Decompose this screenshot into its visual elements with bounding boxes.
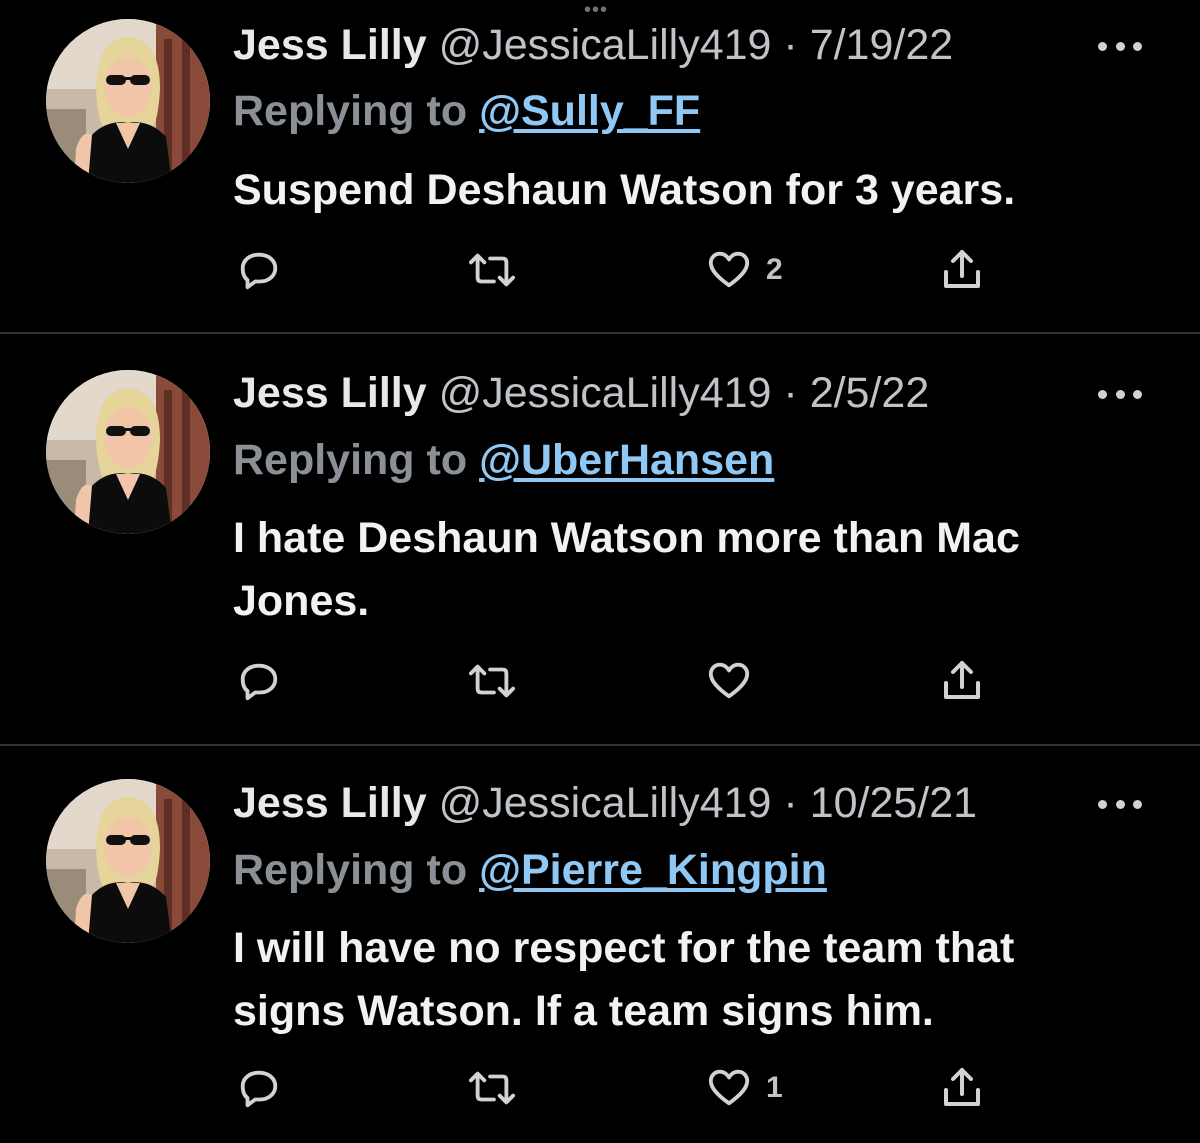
like-count: 2 [766,253,783,286]
heart-icon [706,247,752,293]
tweet-header: Jess Lilly @JessicaLilly419 · 7/19/22 [233,20,953,70]
like-count: 1 [766,1071,783,1104]
separator: · [783,21,798,69]
tweet-text: I hate Deshaun Watson more than Mac Jone… [233,514,1020,625]
like-button[interactable]: 2 [706,245,783,295]
display-name[interactable]: Jess Lilly [233,779,427,827]
more-horizontal-icon[interactable] [1098,384,1142,404]
avatar[interactable] [46,19,210,183]
tweet-date[interactable]: 2/5/22 [810,369,930,417]
reply-target-link[interactable]: @UberHansen [479,436,774,484]
share-icon [938,246,986,294]
share-button[interactable] [938,656,986,706]
retweet-button[interactable] [465,656,533,706]
tweet-header: Jess Lilly @JessicaLilly419 · 2/5/22 [233,368,929,418]
tweet-actions: 1 [0,1063,1200,1113]
retweet-button[interactable] [465,1063,533,1113]
retweet-icon [465,658,519,704]
share-button[interactable] [938,245,986,295]
replying-to: Replying to @Pierre_Kingpin [233,845,827,895]
reply-bubble-icon [236,658,282,704]
reply-bubble-icon [236,1065,282,1111]
avatar[interactable] [46,779,210,943]
tweet[interactable]: Jess Lilly @JessicaLilly419 · 10/25/21 R… [0,746,1200,1143]
avatar[interactable] [46,370,210,534]
reply-target-link[interactable]: @Pierre_Kingpin [479,846,827,894]
separator: · [783,779,798,827]
reply-button[interactable] [236,656,296,706]
share-button[interactable] [938,1063,986,1113]
replying-to-label: Replying to [233,436,468,484]
tweet-date[interactable]: 7/19/22 [810,21,953,69]
user-handle[interactable]: @JessicaLilly419 [439,21,772,69]
reply-bubble-icon [236,247,282,293]
share-icon [938,1064,986,1112]
share-icon [938,657,986,705]
more-horizontal-icon[interactable] [1098,794,1142,814]
tweet-date[interactable]: 10/25/21 [810,779,977,827]
replying-to: Replying to @UberHansen [233,435,774,485]
user-handle[interactable]: @JessicaLilly419 [439,779,772,827]
tweet-actions: 2 [0,245,1200,295]
heart-icon [706,1065,752,1111]
like-button[interactable]: 1 [706,1063,783,1113]
tweet-actions [0,656,1200,706]
replying-to-label: Replying to [233,87,468,135]
tweet-header: Jess Lilly @JessicaLilly419 · 10/25/21 [233,778,977,828]
tweet[interactable]: Jess Lilly @JessicaLilly419 · 7/19/22 Re… [0,0,1200,333]
retweet-icon [465,1065,519,1111]
reply-target-link[interactable]: @Sully_FF [479,87,700,135]
tweet-text: Suspend Deshaun Watson for 3 years. [233,166,1016,214]
user-handle[interactable]: @JessicaLilly419 [439,369,772,417]
retweet-icon [465,247,519,293]
separator: · [783,369,798,417]
replying-to-label: Replying to [233,846,468,894]
more-horizontal-icon[interactable] [1098,36,1142,56]
display-name[interactable]: Jess Lilly [233,21,427,69]
replying-to: Replying to @Sully_FF [233,86,700,136]
retweet-button[interactable] [465,245,533,295]
reply-button[interactable] [236,245,296,295]
like-button[interactable] [706,656,766,706]
tweet-text: I will have no respect for the team that… [233,924,1015,1035]
tweet[interactable]: Jess Lilly @JessicaLilly419 · 2/5/22 Rep… [0,334,1200,745]
reply-button[interactable] [236,1063,296,1113]
display-name[interactable]: Jess Lilly [233,369,427,417]
heart-icon [706,658,752,704]
